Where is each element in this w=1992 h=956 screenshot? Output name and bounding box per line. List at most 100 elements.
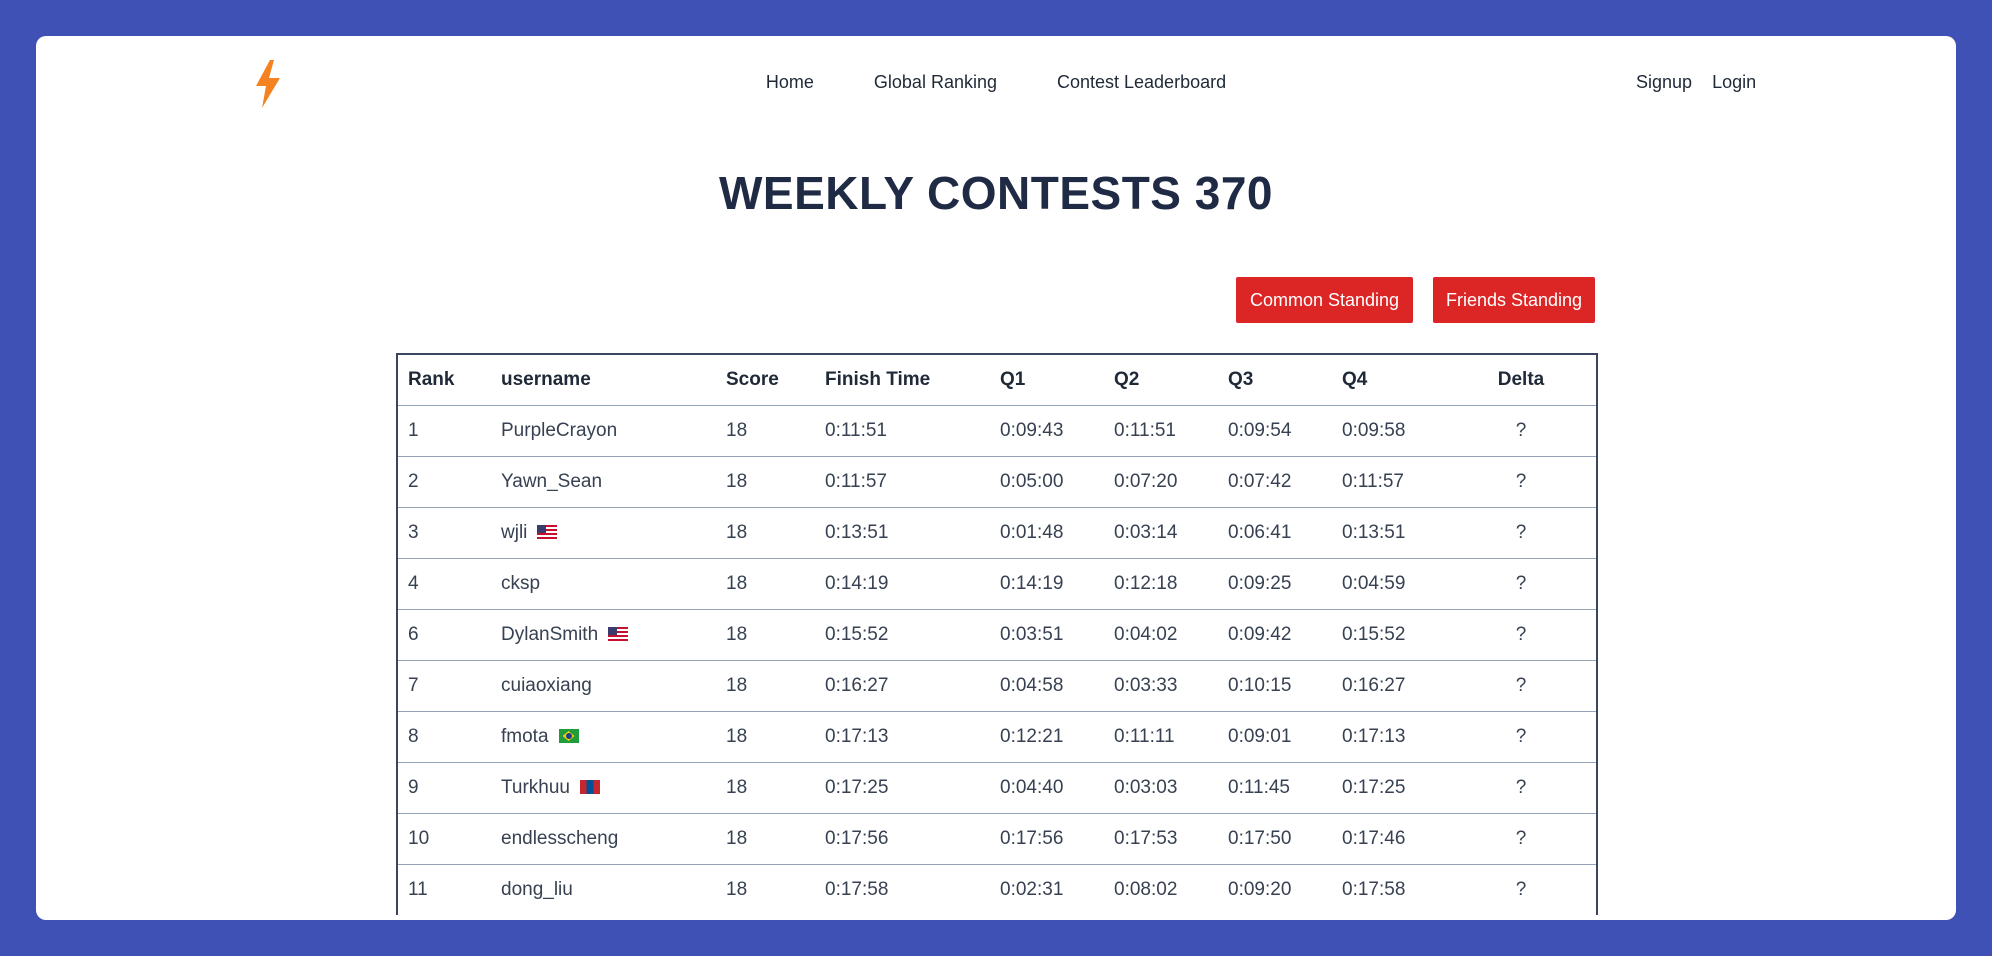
- header-q4: Q4: [1342, 369, 1368, 390]
- cell-rank: 6: [398, 609, 491, 661]
- username-link[interactable]: Turkhuu: [501, 777, 570, 798]
- cell-q2: 0:03:03: [1104, 762, 1218, 814]
- us-flag-icon: [537, 525, 558, 539]
- table-row: 6 DylanSmith 18 0:15:52 0:03:51 0:04:02 0:09:4…: [398, 609, 1596, 661]
- table-row: 11 dong_liu 18 0:17:58 0:02:31 0:08:02 0:09:20…: [398, 864, 1596, 915]
- cell-finish: 0:16:27: [815, 660, 990, 712]
- cell-q2: 0:12:18: [1104, 558, 1218, 610]
- cell-rank: 2: [398, 456, 491, 508]
- cell-username: endlesscheng: [491, 813, 716, 865]
- cell-score: 18: [716, 507, 815, 559]
- header-q2: Q2: [1114, 369, 1140, 390]
- cell-q3: 0:09:25: [1218, 558, 1332, 610]
- cell-rank: 8: [398, 711, 491, 763]
- username-link[interactable]: PurpleCrayon: [501, 420, 617, 441]
- cell-q2: 0:04:02: [1104, 609, 1218, 661]
- cell-username: PurpleCrayon: [491, 405, 716, 457]
- username-link[interactable]: DylanSmith: [501, 624, 598, 645]
- cell-q1: 0:03:51: [990, 609, 1104, 661]
- us-flag-icon: [608, 627, 629, 641]
- cell-q4: 0:15:52: [1332, 609, 1446, 661]
- cell-delta: ?: [1446, 762, 1596, 814]
- username-link[interactable]: endlesscheng: [501, 828, 618, 849]
- cell-rank: 4: [398, 558, 491, 610]
- main-card: Home Global Ranking Contest Leaderboard …: [36, 36, 1956, 920]
- cell-rank: 9: [398, 762, 491, 814]
- cell-q3: 0:17:50: [1218, 813, 1332, 865]
- username-link[interactable]: dong_liu: [501, 879, 573, 900]
- header-username: username: [501, 369, 591, 390]
- table-row: 8 fmota 18 0:17:13 0:12:21 0:11:11 0:09:01 0:17…: [398, 711, 1596, 763]
- cell-rank: 7: [398, 660, 491, 712]
- cell-delta: ?: [1446, 813, 1596, 865]
- nav-global-ranking-link[interactable]: Global Ranking: [874, 72, 997, 93]
- username-link[interactable]: Yawn_Sean: [501, 471, 602, 492]
- cell-finish: 0:17:13: [815, 711, 990, 763]
- cell-q3: 0:09:20: [1218, 864, 1332, 915]
- header-q1: Q1: [1000, 369, 1026, 390]
- username-link[interactable]: fmota: [501, 726, 549, 747]
- cell-q1: 0:02:31: [990, 864, 1104, 915]
- cell-finish: 0:14:19: [815, 558, 990, 610]
- header-finish-time: Finish Time: [825, 369, 931, 390]
- cell-q1: 0:17:56: [990, 813, 1104, 865]
- login-link[interactable]: Login: [1712, 72, 1756, 93]
- cell-rank: 10: [398, 813, 491, 865]
- common-standing-button[interactable]: Common Standing: [1236, 277, 1413, 323]
- cell-q1: 0:04:40: [990, 762, 1104, 814]
- cell-q2: 0:11:11: [1104, 711, 1218, 763]
- cell-q1: 0:09:43: [990, 405, 1104, 457]
- cell-score: 18: [716, 558, 815, 610]
- cell-q4: 0:11:57: [1332, 456, 1446, 508]
- cell-q3: 0:09:42: [1218, 609, 1332, 661]
- page-title: WEEKLY CONTESTS 370: [719, 167, 1273, 219]
- cell-q4: 0:04:59: [1332, 558, 1446, 610]
- header-score: Score: [726, 369, 779, 390]
- username-link[interactable]: wjli: [501, 522, 527, 543]
- cell-q4: 0:16:27: [1332, 660, 1446, 712]
- cell-rank: 1: [398, 405, 491, 457]
- cell-rank: 11: [398, 864, 491, 915]
- cell-q4: 0:17:13: [1332, 711, 1446, 763]
- cell-q3: 0:09:01: [1218, 711, 1332, 763]
- cell-username: dong_liu: [491, 864, 716, 915]
- cell-username: fmota: [491, 711, 716, 763]
- header-rank: Rank: [408, 369, 455, 390]
- cell-username: Turkhuu: [491, 762, 716, 814]
- signup-link[interactable]: Signup: [1636, 72, 1692, 93]
- table-row: 2 Yawn_Sean 18 0:11:57 0:05:00 0:07:20 0:07:42…: [398, 456, 1596, 508]
- table-row: 3 wjli 18 0:13:51 0:01:48 0:03:14 0:06:41 0:13:…: [398, 507, 1596, 559]
- cell-q4: 0:13:51: [1332, 507, 1446, 559]
- table-header-row: Rank username Score Finish Time Q1 Q2 Q3…: [398, 355, 1596, 406]
- cell-finish: 0:15:52: [815, 609, 990, 661]
- cell-delta: ?: [1446, 711, 1596, 763]
- cell-q3: 0:10:15: [1218, 660, 1332, 712]
- nav-home-link[interactable]: Home: [766, 72, 814, 93]
- friends-standing-button[interactable]: Friends Standing: [1433, 277, 1595, 323]
- nav-contest-leaderboard-link[interactable]: Contest Leaderboard: [1057, 72, 1226, 93]
- cell-q1: 0:04:58: [990, 660, 1104, 712]
- cell-q2: 0:03:14: [1104, 507, 1218, 559]
- cell-delta: ?: [1446, 864, 1596, 915]
- table-body: 1 PurpleCrayon 18 0:11:51 0:09:43 0:11:51 0:09…: [398, 405, 1596, 915]
- cell-q3: 0:11:45: [1218, 762, 1332, 814]
- header-delta: Delta: [1497, 369, 1545, 390]
- cell-score: 18: [716, 813, 815, 865]
- cell-q2: 0:07:20: [1104, 456, 1218, 508]
- cell-delta: ?: [1446, 609, 1596, 661]
- table-row: 1 PurpleCrayon 18 0:11:51 0:09:43 0:11:51 0:09…: [398, 405, 1596, 457]
- cell-q3: 0:07:42: [1218, 456, 1332, 508]
- cell-finish: 0:11:57: [815, 456, 990, 508]
- cell-delta: ?: [1446, 507, 1596, 559]
- cell-finish: 0:17:58: [815, 864, 990, 915]
- cell-q1: 0:05:00: [990, 456, 1104, 508]
- username-link[interactable]: cuiaoxiang: [501, 675, 592, 696]
- cell-finish: 0:13:51: [815, 507, 990, 559]
- username-link[interactable]: cksp: [501, 573, 540, 594]
- cell-score: 18: [716, 762, 815, 814]
- table-row: 7 cuiaoxiang 18 0:16:27 0:04:58 0:03:33 0:10:1…: [398, 660, 1596, 712]
- cell-q4: 0:09:58: [1332, 405, 1446, 457]
- cell-delta: ?: [1446, 405, 1596, 457]
- cell-q1: 0:14:19: [990, 558, 1104, 610]
- cell-q3: 0:09:54: [1218, 405, 1332, 457]
